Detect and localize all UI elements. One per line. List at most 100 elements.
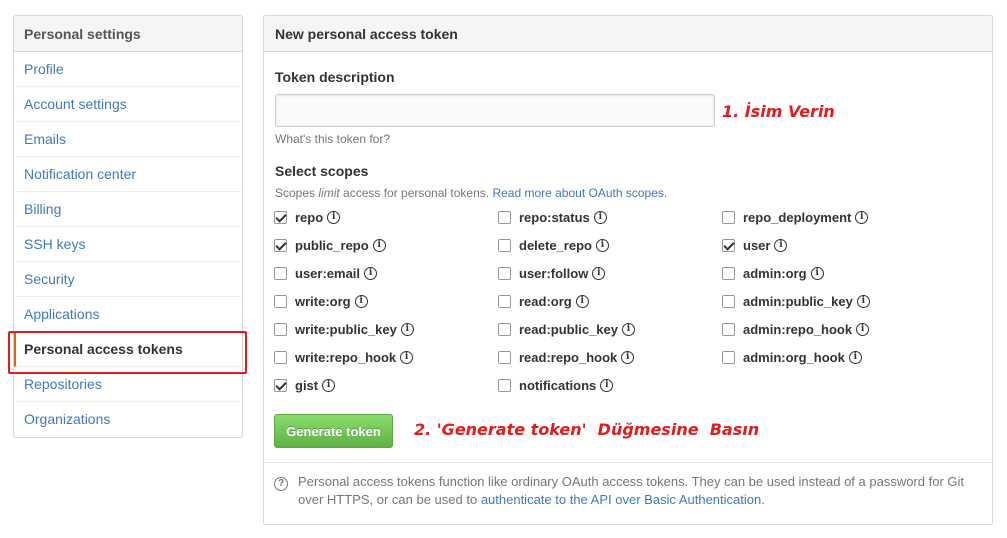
scope-checkbox[interactable] — [722, 322, 735, 336]
scope-user[interactable]: user i — [722, 235, 788, 255]
sidebar-item-account-settings[interactable]: Account settings — [14, 87, 242, 122]
scope-checkbox[interactable] — [498, 266, 511, 280]
scope-checkbox[interactable] — [274, 378, 287, 392]
footer-text-end: . — [761, 492, 765, 507]
scope-checkbox[interactable] — [498, 322, 511, 336]
scope-checkbox[interactable] — [498, 378, 511, 392]
scopes-note-em: limit — [318, 186, 340, 200]
token-description-label: Token description — [275, 69, 395, 85]
scope-read-org[interactable]: read:org i — [498, 291, 589, 311]
info-icon[interactable]: i — [400, 350, 414, 364]
scope-repo-deployment[interactable]: repo_deployment i — [722, 207, 869, 227]
sidebar-item-security[interactable]: Security — [14, 262, 242, 297]
info-icon[interactable]: i — [327, 210, 341, 224]
scope-checkbox[interactable] — [274, 266, 287, 280]
info-icon[interactable]: i — [575, 294, 589, 308]
info-icon[interactable]: i — [810, 266, 824, 280]
info-icon[interactable]: i — [322, 378, 336, 392]
scope-checkbox[interactable] — [722, 238, 735, 252]
scope-checkbox[interactable] — [498, 350, 511, 364]
scope-checkbox[interactable] — [498, 238, 511, 252]
sidebar-item-emails[interactable]: Emails — [14, 122, 242, 157]
scope-gist[interactable]: gist i — [274, 375, 336, 395]
info-icon[interactable]: i — [400, 322, 414, 336]
scope-admin-org-hook[interactable]: admin:org_hook i — [722, 347, 862, 367]
info-icon[interactable]: i — [364, 266, 378, 280]
scope-checkbox[interactable] — [722, 294, 735, 308]
scope-checkbox[interactable] — [498, 210, 511, 224]
oauth-scopes-link[interactable]: Read more about OAuth scopes. — [492, 186, 667, 200]
scopes-note: Scopes limit access for personal tokens.… — [275, 186, 667, 200]
scope-user-email[interactable]: user:email i — [274, 263, 378, 283]
annotation-step1: 1. İsim Verin — [722, 102, 835, 121]
scope-checkbox[interactable] — [498, 294, 511, 308]
scope-notifications[interactable]: notifications i — [498, 375, 614, 395]
basic-auth-link[interactable]: authenticate to the API over Basic Authe… — [481, 492, 761, 507]
info-icon[interactable]: i — [372, 238, 386, 252]
scope-checkbox[interactable] — [274, 294, 287, 308]
info-icon[interactable]: i — [593, 210, 607, 224]
footer-divider — [264, 462, 992, 463]
scope-admin-public-key[interactable]: admin:public_key i — [722, 291, 870, 311]
info-icon[interactable]: i — [592, 266, 606, 280]
scope-admin-org[interactable]: admin:org i — [722, 263, 824, 283]
sidebar-item-repositories[interactable]: Repositories — [14, 367, 242, 402]
info-icon[interactable]: i — [856, 322, 870, 336]
scopes-note-suffix: access for personal tokens. — [339, 186, 493, 200]
scope-checkbox[interactable] — [722, 266, 735, 280]
scope-label: user:follow — [519, 265, 589, 281]
scope-read-public-key[interactable]: read:public_key i — [498, 319, 635, 339]
scope-label: admin:public_key — [743, 293, 853, 309]
info-icon[interactable]: i — [848, 350, 862, 364]
scope-label: gist — [295, 377, 319, 393]
info-icon[interactable]: i — [600, 378, 614, 392]
scope-repo[interactable]: repo i — [274, 207, 341, 227]
scope-checkbox[interactable] — [274, 210, 287, 224]
scope-label: repo_deployment — [743, 209, 852, 225]
sidebar-item-ssh-keys[interactable]: SSH keys — [14, 227, 242, 262]
scope-checkbox[interactable] — [722, 350, 735, 364]
scope-label: write:org — [295, 293, 351, 309]
scope-write-org[interactable]: write:org i — [274, 291, 368, 311]
info-icon[interactable]: i — [622, 322, 635, 336]
scope-label: read:repo_hook — [519, 349, 618, 365]
info-icon[interactable]: i — [774, 238, 788, 252]
scope-label: admin:repo_hook — [743, 321, 853, 337]
new-token-panel: New personal access token Token descript… — [263, 15, 993, 525]
scope-repo-status[interactable]: repo:status i — [498, 207, 607, 227]
scope-label: read:public_key — [519, 321, 618, 337]
scope-public-repo[interactable]: public_repo i — [274, 235, 386, 255]
sidebar-title: Personal settings — [14, 16, 242, 52]
scope-read-repo-hook[interactable]: read:repo_hook i — [498, 347, 635, 367]
scope-label: delete_repo — [519, 237, 592, 253]
scope-write-public-key[interactable]: write:public_key i — [274, 319, 414, 339]
generate-token-button[interactable]: Generate token — [274, 414, 393, 448]
token-description-hint: What's this token for? — [275, 132, 391, 146]
sidebar-item-organizations[interactable]: Organizations — [14, 402, 242, 437]
info-icon[interactable]: i — [621, 350, 635, 364]
select-scopes-label: Select scopes — [275, 163, 369, 179]
scope-delete-repo[interactable]: delete_repo i — [498, 235, 609, 255]
sidebar-item-personal-access-tokens[interactable]: Personal access tokens — [14, 332, 242, 367]
scope-checkbox[interactable] — [722, 210, 735, 224]
scope-checkbox[interactable] — [274, 322, 287, 336]
sidebar-item-applications[interactable]: Applications — [14, 297, 242, 332]
sidebar-item-notification-center[interactable]: Notification center — [14, 157, 242, 192]
info-icon[interactable]: i — [856, 294, 870, 308]
info-icon[interactable]: i — [595, 238, 609, 252]
sidebar-item-billing[interactable]: Billing — [14, 192, 242, 227]
question-icon: ? — [274, 477, 288, 491]
info-icon[interactable]: i — [354, 294, 368, 308]
sidebar-item-profile[interactable]: Profile — [14, 52, 242, 87]
scope-write-repo-hook[interactable]: write:repo_hook i — [274, 347, 414, 367]
panel-title: New personal access token — [264, 16, 992, 52]
token-description-input[interactable] — [275, 94, 715, 127]
scope-label: user — [743, 237, 771, 253]
scope-checkbox[interactable] — [274, 238, 287, 252]
scope-checkbox[interactable] — [274, 350, 287, 364]
info-icon[interactable]: i — [855, 210, 869, 224]
scope-admin-repo-hook[interactable]: admin:repo_hook i — [722, 319, 870, 339]
scope-label: admin:org — [743, 265, 807, 281]
scope-user-follow[interactable]: user:follow i — [498, 263, 606, 283]
scope-label: repo — [295, 209, 324, 225]
